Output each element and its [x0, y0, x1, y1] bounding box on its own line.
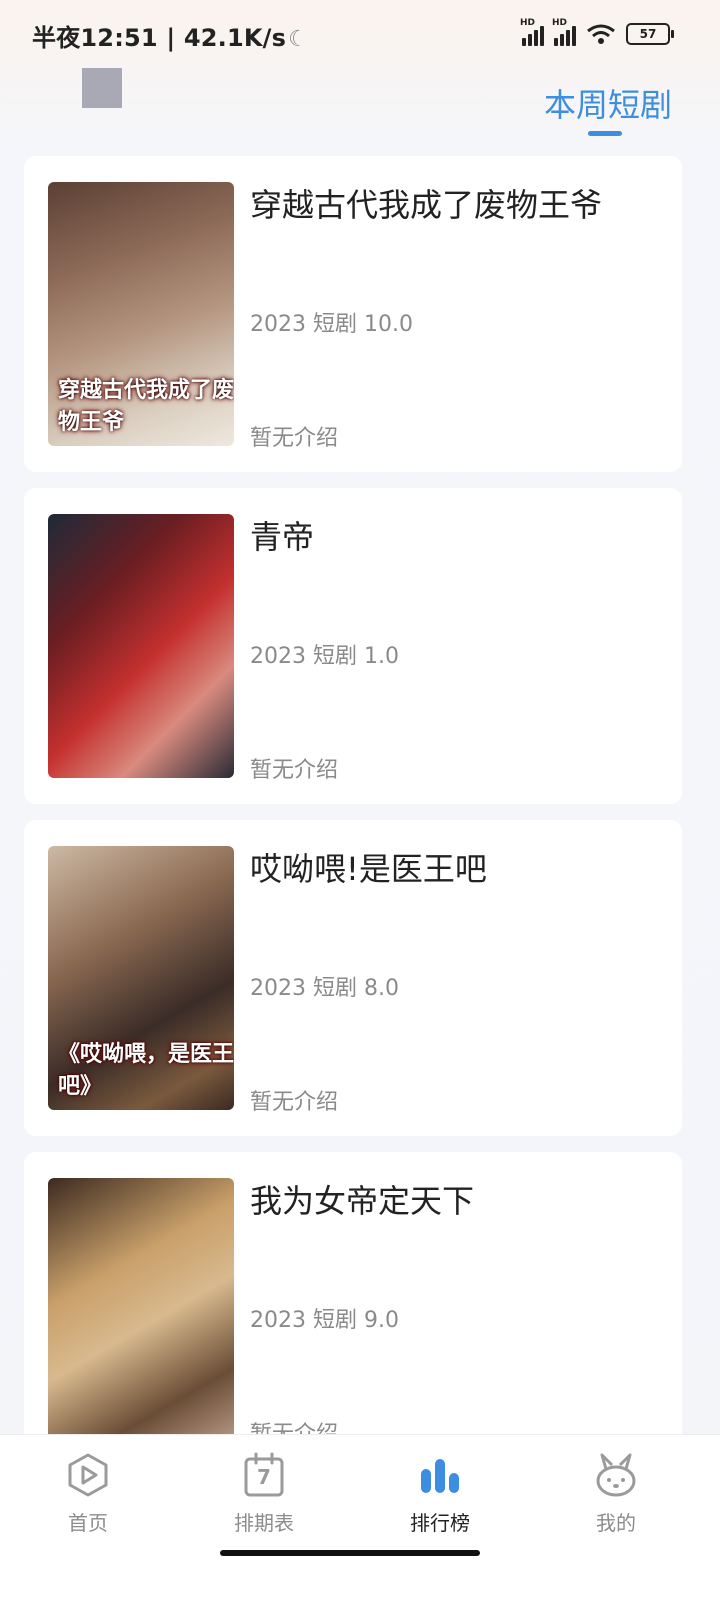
bottom-nav: 首页 7 排期表 排行榜 我的	[0, 1434, 720, 1601]
play-icon	[64, 1451, 112, 1499]
list-item[interactable]: 青帝 2023 短剧 1.0 暂无介绍	[24, 488, 682, 804]
drama-title: 我为女帝定天下	[250, 1182, 475, 1220]
status-icons: HD HD 57	[520, 18, 674, 46]
back-button[interactable]	[82, 68, 122, 108]
battery-icon: 57	[626, 23, 674, 45]
nav-ranking-label: 排行榜	[410, 1511, 470, 1535]
poster-caption: 《哎呦喂，是医王吧》	[58, 1042, 234, 1099]
drama-title: 青帝	[250, 518, 315, 556]
poster-image[interactable]	[48, 514, 234, 778]
nav-schedule[interactable]: 7 排期表	[204, 1451, 324, 1536]
signal-hd-label-2: HD	[552, 18, 568, 28]
signal-icon: HD	[520, 18, 544, 46]
drama-title: 穿越古代我成了废物王爷	[250, 186, 603, 224]
ranking-icon	[416, 1451, 464, 1499]
calendar-icon: 7	[240, 1451, 288, 1499]
drama-description: 暂无介绍	[250, 758, 339, 783]
list-item[interactable]: 《哎呦喂，是医王吧》 哎呦喂!是医王吧 2023 短剧 8.0 暂无介绍	[24, 820, 682, 1136]
poster-image[interactable]: 《哎呦喂，是医王吧》	[48, 846, 234, 1110]
list-item[interactable]: 穿越古代我成了废物王爷 穿越古代我成了废物王爷 2023 短剧 10.0 暂无介…	[24, 156, 682, 472]
nav-home[interactable]: 首页	[28, 1451, 148, 1536]
signal-hd-label: HD	[520, 18, 536, 28]
home-indicator[interactable]	[220, 1550, 480, 1556]
drama-list[interactable]: 穿越古代我成了废物王爷 穿越古代我成了废物王爷 2023 短剧 10.0 暂无介…	[24, 156, 682, 1484]
tab-active-indicator	[588, 131, 622, 136]
nav-mine-label: 我的	[596, 1511, 636, 1535]
status-time-text: 半夜12:51 | 42.1K/s	[32, 24, 287, 52]
nav-schedule-label: 排期表	[234, 1511, 294, 1535]
wifi-icon	[586, 23, 616, 45]
nav-ranking[interactable]: 排行榜	[380, 1451, 500, 1536]
drama-meta: 2023 短剧 9.0	[250, 1308, 399, 1333]
nav-home-label: 首页	[68, 1511, 108, 1535]
poster-image[interactable]: 穿越古代我成了废物王爷	[48, 182, 234, 446]
poster-caption: 穿越古代我成了废物王爷	[58, 378, 234, 435]
drama-meta: 2023 短剧 10.0	[250, 312, 413, 337]
moon-icon: ☾	[288, 27, 309, 52]
drama-title: 哎呦喂!是医王吧	[250, 850, 487, 888]
status-time-network: 半夜12:51 | 42.1K/s☾	[32, 18, 308, 53]
nav-mine[interactable]: 我的	[556, 1451, 676, 1536]
drama-description: 暂无介绍	[250, 426, 339, 451]
tab-this-week[interactable]: 本周短剧	[544, 80, 672, 126]
list-item[interactable]: 我为女帝定天下 2023 短剧 9.0 暂无介绍	[24, 1152, 682, 1468]
drama-meta: 2023 短剧 1.0	[250, 644, 399, 669]
drama-description: 暂无介绍	[250, 1090, 339, 1115]
status-bar: 半夜12:51 | 42.1K/s☾ HD HD 57	[0, 0, 720, 70]
calendar-day: 7	[257, 1465, 271, 1489]
signal-icon-2: HD	[552, 18, 576, 46]
drama-meta: 2023 短剧 8.0	[250, 976, 399, 1001]
rabbit-icon	[592, 1451, 640, 1499]
poster-image[interactable]	[48, 1178, 234, 1442]
